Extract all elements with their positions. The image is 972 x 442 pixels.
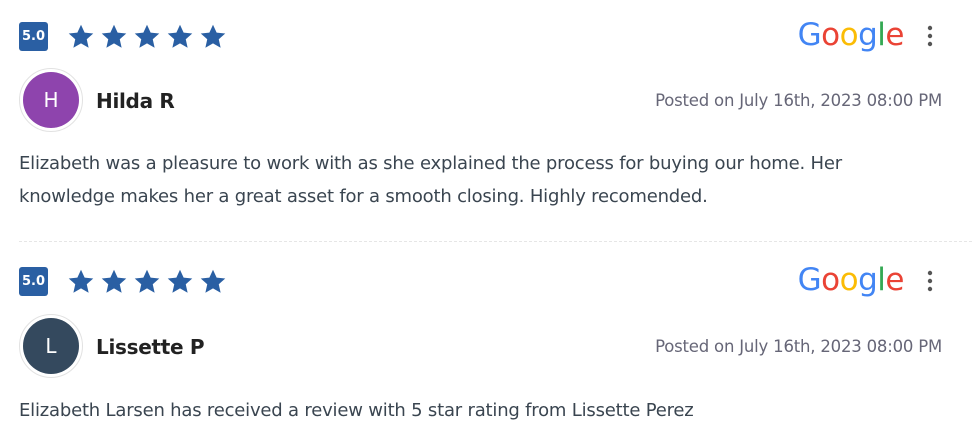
google-logo: Google bbox=[797, 17, 905, 53]
review-card: 5.0 Google H Hilda R Posted on July 16th… bbox=[0, 0, 972, 245]
avatar-initial: H bbox=[23, 72, 79, 128]
star-icon bbox=[134, 24, 160, 48]
rating-badge: 5.0 bbox=[19, 22, 48, 51]
more-options-button[interactable] bbox=[920, 21, 940, 51]
avatar: L bbox=[19, 314, 83, 378]
kebab-menu-icon bbox=[927, 25, 933, 47]
star-icon bbox=[68, 24, 94, 48]
star-icon bbox=[200, 24, 226, 48]
google-logo: Google bbox=[797, 262, 905, 298]
star-icon bbox=[68, 269, 94, 293]
divider bbox=[19, 241, 972, 242]
posted-date: Posted on July 16th, 2023 08:00 PM bbox=[655, 91, 942, 110]
posted-date: Posted on July 16th, 2023 08:00 PM bbox=[655, 337, 942, 356]
avatar: H bbox=[19, 68, 83, 132]
review-card: 5.0 Google L Lissette P Posted on July 1… bbox=[0, 245, 972, 442]
avatar-initial: L bbox=[23, 318, 79, 374]
reviewer-name: Hilda R bbox=[96, 89, 175, 113]
star-icon bbox=[200, 269, 226, 293]
review-text: Elizabeth Larsen has received a review w… bbox=[19, 400, 694, 421]
star-rating bbox=[66, 22, 228, 52]
star-icon bbox=[167, 269, 193, 293]
more-options-button[interactable] bbox=[920, 266, 940, 296]
star-icon bbox=[101, 269, 127, 293]
kebab-menu-icon bbox=[927, 270, 933, 292]
rating-badge: 5.0 bbox=[19, 267, 48, 296]
review-text: Elizabeth was a pleasure to work with as… bbox=[19, 153, 842, 207]
star-icon bbox=[101, 24, 127, 48]
reviewer-name: Lissette P bbox=[96, 335, 205, 359]
star-rating bbox=[66, 267, 228, 297]
star-icon bbox=[167, 24, 193, 48]
star-icon bbox=[134, 269, 160, 293]
